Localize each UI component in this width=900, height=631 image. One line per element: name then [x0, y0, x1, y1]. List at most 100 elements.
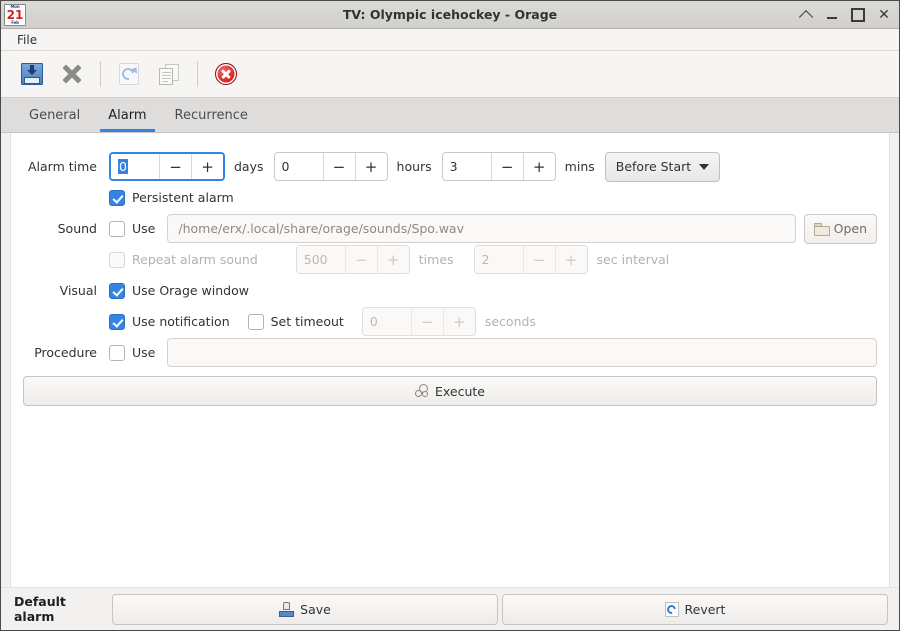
- repeat-alarm-sound-label: Repeat alarm sound: [132, 252, 258, 267]
- timeout-increment[interactable]: +: [442, 308, 475, 335]
- procedure-use-label: Use: [132, 345, 156, 360]
- save-icon: [279, 601, 295, 617]
- menu-item-file[interactable]: File: [11, 31, 43, 49]
- alarm-days-unit: days: [234, 159, 264, 174]
- repeat-interval-increment[interactable]: +: [554, 246, 587, 273]
- toolbar-save-button[interactable]: [13, 55, 51, 93]
- alarm-mins-decrement[interactable]: −: [490, 153, 523, 180]
- persistent-alarm-label: Persistent alarm: [132, 190, 234, 205]
- use-orage-window-label: Use Orage window: [132, 283, 249, 298]
- set-timeout-checkbox[interactable]: Set timeout: [247, 313, 344, 330]
- sound-path-input[interactable]: /home/erx/.local/share/orage/sounds/Spo.…: [167, 214, 796, 243]
- alarm-time-label: Alarm time: [28, 159, 97, 174]
- revert-button-label: Revert: [684, 601, 726, 617]
- save-default-button[interactable]: Save: [112, 593, 498, 625]
- revert-default-button[interactable]: Revert: [502, 593, 888, 625]
- revert-icon: [664, 601, 679, 617]
- use-notification-label: Use notification: [132, 314, 230, 329]
- toolbar-close-button[interactable]: [207, 55, 245, 93]
- repeat-interval-stepper[interactable]: 2 − +: [473, 245, 588, 274]
- title-bar[interactable]: Mon 21 Feb TV: Olympic icehockey - Orage…: [1, 1, 899, 29]
- repeat-count-increment[interactable]: +: [376, 246, 409, 273]
- close-circle-icon: [215, 63, 237, 85]
- sound-open-button[interactable]: Open: [803, 213, 877, 244]
- row-visual: Visual Use Orage window: [11, 275, 889, 306]
- window-title: TV: Olympic icehockey - Orage: [342, 7, 558, 22]
- toolbar-delete-button[interactable]: [53, 55, 91, 93]
- empty-content-area: [11, 412, 889, 587]
- row-persistent-alarm: Persistent alarm: [11, 182, 889, 213]
- chevron-down-icon: [699, 163, 710, 170]
- timeout-seconds-label: seconds: [484, 314, 536, 329]
- bottom-action-bar: Default alarm Save Revert: [1, 587, 899, 630]
- alarm-relation-dropdown[interactable]: Before Start: [604, 151, 721, 182]
- alarm-days-increment[interactable]: +: [191, 154, 223, 179]
- delete-x-icon: [61, 63, 83, 85]
- alarm-hours-input[interactable]: 0: [274, 153, 323, 180]
- save-button-label: Save: [300, 601, 331, 617]
- toolbar-duplicate-button[interactable]: [150, 55, 188, 93]
- repeat-count-decrement[interactable]: −: [344, 246, 377, 273]
- alarm-relation-value: Before Start: [615, 159, 692, 174]
- alarm-hours-increment[interactable]: +: [354, 153, 387, 180]
- row-repeat-sound: Repeat alarm sound 500 − + times 2 − + s…: [11, 244, 889, 275]
- tab-general[interactable]: General: [15, 99, 94, 132]
- execute-label: Execute: [435, 383, 485, 399]
- tab-bar: General Alarm Recurrence: [1, 98, 899, 133]
- alarm-days-decrement[interactable]: −: [159, 154, 191, 179]
- tab-alarm[interactable]: Alarm: [94, 99, 160, 132]
- menu-bar: File: [1, 29, 899, 51]
- procedure-use-checkbox[interactable]: Use: [109, 344, 156, 361]
- timeout-input[interactable]: 0: [362, 308, 411, 335]
- repeat-interval-input[interactable]: 2: [474, 246, 523, 273]
- alarm-mins-stepper[interactable]: 3 − +: [441, 152, 556, 181]
- calendar-icon-month-bottom: Feb: [11, 19, 19, 25]
- repeat-count-input[interactable]: 500: [296, 246, 345, 273]
- set-timeout-label: Set timeout: [270, 314, 344, 329]
- repeat-interval-decrement[interactable]: −: [522, 246, 555, 273]
- duplicate-icon: [158, 63, 180, 85]
- timeout-decrement[interactable]: −: [410, 308, 443, 335]
- use-notification-checkbox[interactable]: Use notification: [109, 313, 230, 330]
- alarm-days-stepper[interactable]: 0 − +: [109, 152, 225, 181]
- tab-recurrence[interactable]: Recurrence: [161, 99, 262, 132]
- toolbar-separator-2: [197, 61, 198, 87]
- repeat-interval-label: sec interval: [596, 252, 670, 267]
- toolbar: [1, 51, 899, 98]
- shade-icon[interactable]: [799, 8, 813, 22]
- alarm-hours-stepper[interactable]: 0 − +: [273, 152, 388, 181]
- minimize-icon[interactable]: [825, 8, 839, 22]
- repeat-alarm-sound-checkbox[interactable]: Repeat alarm sound: [109, 251, 258, 268]
- alarm-mins-input[interactable]: 3: [442, 153, 491, 180]
- alarm-form: Alarm time 0 − + days 0 − + hours 3 − + …: [11, 133, 889, 412]
- calendar-icon[interactable]: Mon 21 Feb: [4, 3, 26, 26]
- window-controls: ✕: [799, 1, 891, 28]
- checkbox-box: [109, 313, 125, 330]
- sound-use-checkbox[interactable]: Use: [109, 220, 156, 237]
- persistent-alarm-checkbox[interactable]: Persistent alarm: [109, 189, 234, 206]
- default-alarm-label: Default alarm: [14, 594, 66, 624]
- toolbar-revert-button[interactable]: [110, 55, 148, 93]
- alarm-hours-unit: hours: [396, 159, 432, 174]
- checkbox-box: [109, 344, 125, 361]
- gears-icon: [415, 384, 430, 398]
- execute-button[interactable]: Execute: [23, 376, 877, 406]
- close-icon[interactable]: ✕: [877, 8, 891, 22]
- procedure-command-input[interactable]: [167, 338, 877, 367]
- revert-icon: [119, 63, 140, 85]
- maximize-icon[interactable]: [851, 8, 865, 22]
- repeat-times-label: times: [418, 252, 454, 267]
- sound-open-label: Open: [833, 221, 867, 236]
- use-orage-window-checkbox[interactable]: Use Orage window: [109, 282, 249, 299]
- checkbox-box: [109, 220, 125, 237]
- repeat-count-stepper[interactable]: 500 − +: [295, 245, 410, 274]
- alarm-panel: Alarm time 0 − + days 0 − + hours 3 − + …: [10, 133, 890, 587]
- visual-label: Visual: [59, 283, 97, 298]
- sound-label: Sound: [57, 221, 97, 236]
- sound-use-label: Use: [132, 221, 156, 236]
- alarm-days-input[interactable]: 0: [111, 154, 159, 179]
- alarm-hours-decrement[interactable]: −: [322, 153, 355, 180]
- orage-alarm-window: Mon 21 Feb TV: Olympic icehockey - Orage…: [0, 0, 900, 631]
- timeout-stepper[interactable]: 0 − +: [361, 307, 476, 336]
- alarm-mins-increment[interactable]: +: [522, 153, 555, 180]
